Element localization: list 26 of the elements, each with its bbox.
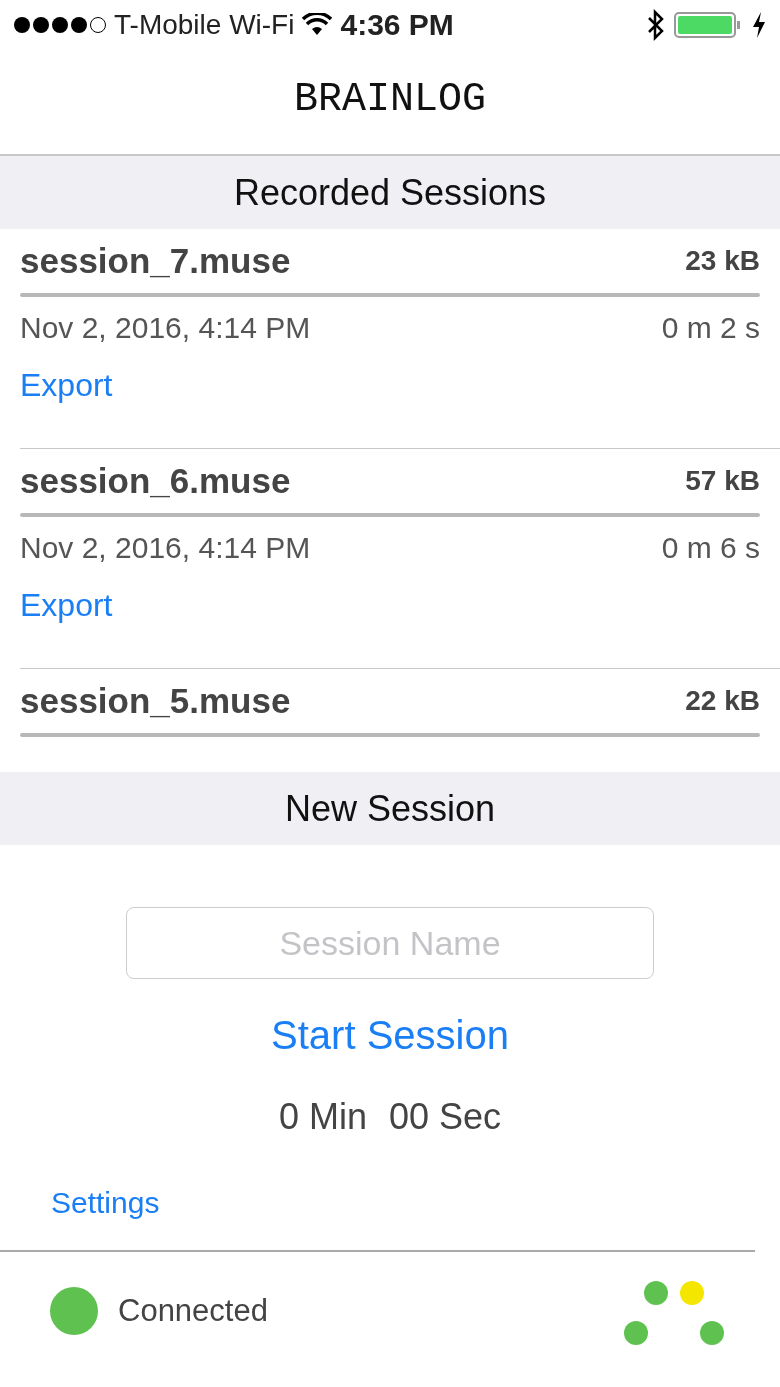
export-link[interactable]: Export	[20, 587, 113, 624]
section-header: Recorded Sessions	[0, 156, 780, 229]
session-name: session_5.muse	[20, 681, 291, 721]
status-time: 4:36 PM	[340, 8, 454, 42]
file-size: 57 kB	[685, 465, 760, 497]
charging-icon	[752, 12, 766, 38]
session-name-field[interactable]: Session Name	[126, 907, 654, 979]
carrier-name: T-Mobile Wi-Fi	[114, 9, 295, 41]
file-size: 23 kB	[685, 245, 760, 277]
connection-status: Connected	[118, 1293, 268, 1329]
bluetooth-icon	[646, 9, 666, 41]
settings-link[interactable]: Settings	[51, 1186, 160, 1220]
timer-seconds: 00 Sec	[388, 1096, 502, 1138]
session-duration: 0 m 6 s	[661, 531, 760, 565]
section-header: New Session	[0, 772, 780, 845]
session-date: Nov 2, 2016, 4:14 PM	[20, 531, 311, 565]
app-title: BRAINLOG	[294, 76, 486, 122]
session-duration: 0 m 2 s	[661, 311, 760, 345]
session-name: session_6.muse	[20, 461, 291, 501]
export-link[interactable]: Export	[20, 367, 113, 404]
session-name: session_7.muse	[20, 241, 291, 281]
wifi-icon	[302, 13, 333, 37]
timer-minutes: 0 Min	[278, 1096, 367, 1138]
file-size: 22 kB	[685, 685, 760, 717]
start-session-button[interactable]: Start Session	[271, 1013, 509, 1058]
session-date: Nov 2, 2016, 4:14 PM	[20, 311, 311, 345]
